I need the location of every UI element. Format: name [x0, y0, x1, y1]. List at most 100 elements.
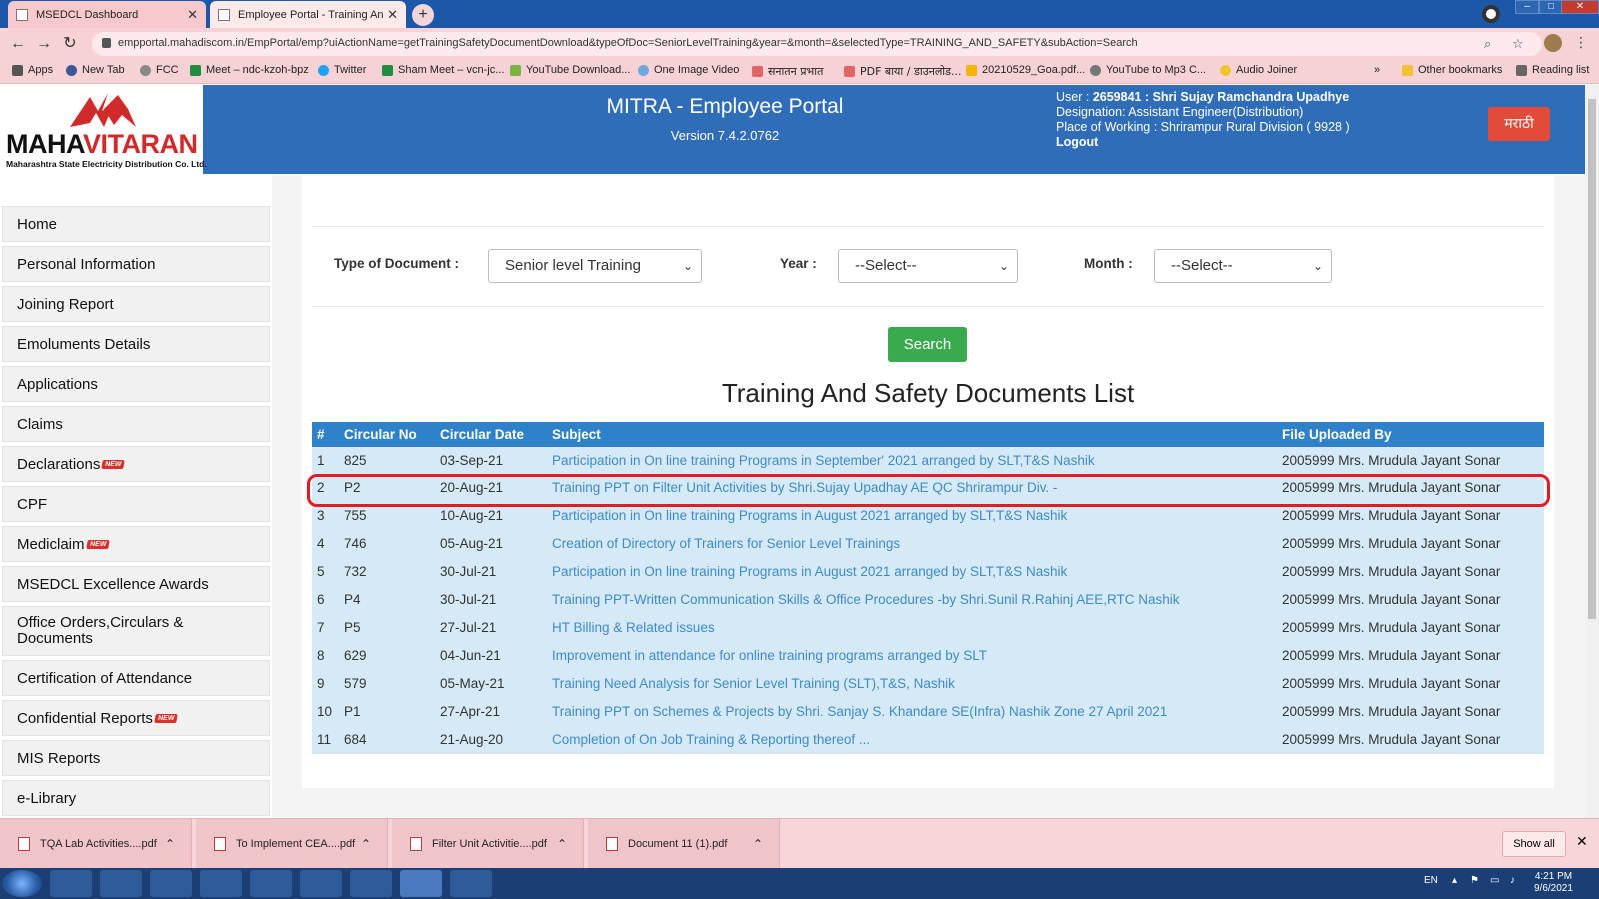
subject-link[interactable]: HT Billing & Related issues: [552, 614, 715, 642]
bookmark-youtube-download[interactable]: YouTube Download...: [510, 64, 630, 76]
download-item[interactable]: Filter Unit Activitie....pdf ⌃: [392, 819, 584, 869]
bookmarks-overflow-icon[interactable]: »: [1374, 64, 1380, 76]
bookmark-new-tab[interactable]: New Tab: [66, 64, 125, 76]
sidebar-item-claims[interactable]: Claims: [2, 406, 270, 442]
bookmark-youtube-mp3[interactable]: YouTube to Mp3 C...: [1090, 64, 1206, 76]
chevron-up-icon[interactable]: ⌃: [361, 837, 371, 851]
zoom-icon[interactable]: ⌕: [1484, 36, 1491, 52]
bookmark-sham-meet[interactable]: Sham Meet – vcn-jc...: [382, 64, 504, 76]
close-tab-icon[interactable]: ✕: [387, 7, 398, 23]
subject-link[interactable]: Participation in On line training Progra…: [552, 558, 1067, 586]
language-indicator[interactable]: EN: [1424, 875, 1438, 886]
sidebar-item-emoluments-details[interactable]: Emoluments Details: [2, 326, 270, 362]
back-icon[interactable]: ←: [8, 34, 28, 54]
download-item[interactable]: Document 11 (1).pdf ⌃: [588, 819, 780, 869]
address-bar[interactable]: empportal.mahadiscom.in/EmpPortal/emp?ui…: [92, 32, 1542, 56]
sidebar-item-excellence-awards[interactable]: MSEDCL Excellence Awards: [2, 566, 270, 602]
close-tab-icon[interactable]: ✕: [187, 7, 198, 23]
minimize-icon[interactable]: –: [1515, 0, 1539, 14]
internet-explorer-icon[interactable]: [50, 870, 92, 897]
media-player-icon[interactable]: [150, 870, 192, 897]
sidebar-item-declarations[interactable]: Declarations NEW: [2, 446, 270, 482]
bookmark-pdf[interactable]: PDF बाया / डाउनलोड...: [844, 64, 962, 79]
portal-title: MITRA - Employee Portal: [606, 95, 844, 118]
chevron-up-icon[interactable]: ⌃: [557, 837, 567, 851]
row-index: 9: [317, 676, 325, 691]
sidebar-item-home[interactable]: Home: [2, 206, 270, 242]
marathi-language-button[interactable]: मराठी: [1488, 107, 1550, 141]
flag-icon[interactable]: ⚑: [1470, 875, 1479, 886]
logout-link[interactable]: Logout: [1056, 135, 1350, 150]
maximize-icon[interactable]: □: [1539, 0, 1563, 14]
circular-number: 579: [344, 676, 367, 691]
bookmark-apps[interactable]: Apps: [12, 64, 53, 76]
browser-menu-icon[interactable]: ⋮: [1574, 34, 1588, 51]
tray-arrow-icon[interactable]: ▴: [1452, 875, 1457, 886]
bookmark-sanatan[interactable]: सनातन प्रभात: [752, 64, 823, 79]
type-of-document-label: Type of Document :: [334, 256, 460, 271]
lock-icon[interactable]: [102, 38, 111, 48]
forward-icon[interactable]: →: [34, 34, 54, 54]
sidebar-item-office-orders[interactable]: Office Orders,Circulars & Documents: [2, 606, 270, 656]
chrome-icon[interactable]: [350, 870, 392, 897]
app-icon[interactable]: [250, 870, 292, 897]
file-explorer-icon[interactable]: [100, 870, 142, 897]
app-icon[interactable]: [300, 870, 342, 897]
chrome-active-icon[interactable]: [400, 870, 442, 897]
sidebar-item-e-library[interactable]: e-Library: [2, 780, 270, 816]
subject-link[interactable]: Participation in On line training Progra…: [552, 447, 1095, 475]
sidebar-item-mediclaim[interactable]: Mediclaim NEW: [2, 526, 270, 562]
year-select[interactable]: --Select-- ⌄: [838, 249, 1018, 283]
search-button[interactable]: Search: [888, 327, 967, 362]
chevron-up-icon[interactable]: ⌃: [753, 837, 763, 851]
download-item[interactable]: TQA Lab Activities....pdf ⌃: [0, 819, 192, 869]
subject-link[interactable]: Improvement in attendance for online tra…: [552, 642, 987, 670]
reload-icon[interactable]: ↻: [60, 34, 80, 54]
system-clock[interactable]: 4:21 PM 9/6/2021: [1534, 871, 1573, 895]
show-all-downloads-button[interactable]: Show all: [1502, 831, 1566, 857]
type-of-document-select[interactable]: Senior level Training ⌄: [488, 249, 702, 283]
record-icon[interactable]: [1482, 5, 1500, 23]
new-tab-icon[interactable]: +: [412, 4, 434, 26]
sidebar-item-applications[interactable]: Applications: [2, 366, 270, 402]
meet-icon: [190, 64, 201, 76]
subject-link[interactable]: Training Need Analysis for Senior Level …: [552, 670, 955, 698]
excel-icon[interactable]: [450, 870, 492, 897]
sidebar-item-certification-of-attendance[interactable]: Certification of Attendance: [2, 660, 270, 696]
tab-msedcl-dashboard[interactable]: MSEDCL Dashboard ✕: [8, 1, 206, 28]
reading-list[interactable]: Reading list: [1516, 64, 1589, 76]
subject-link[interactable]: Training PPT-Written Communication Skill…: [552, 586, 1179, 614]
bookmark-meet[interactable]: Meet – ndc-kzoh-bpz: [190, 64, 309, 76]
bookmark-audio-joiner[interactable]: Audio Joiner: [1220, 64, 1297, 76]
start-button-icon[interactable]: [2, 870, 42, 897]
firefox-icon[interactable]: [200, 870, 242, 897]
tab-employee-portal[interactable]: Employee Portal - Training And S ✕: [210, 1, 406, 28]
subject-link[interactable]: Creation of Directory of Trainers for Se…: [552, 530, 900, 558]
sidebar-item-confidential-reports[interactable]: Confidential Reports NEW: [2, 700, 270, 736]
sidebar-item-mis-reports[interactable]: MIS Reports: [2, 740, 270, 776]
download-item[interactable]: To Implement CEA....pdf ⌃: [196, 819, 388, 869]
bookmark-one-image-video[interactable]: One Image Video: [638, 64, 739, 76]
mahavitaran-logo[interactable]: MAHAVITARAN Maharashtra State Electricit…: [0, 85, 207, 174]
close-window-icon[interactable]: ✕: [1561, 0, 1599, 14]
page-scrollbar[interactable]: [1585, 85, 1599, 818]
network-icon[interactable]: ▭: [1490, 875, 1499, 886]
volume-icon[interactable]: ♪: [1510, 875, 1515, 886]
bookmark-star-icon[interactable]: ☆: [1512, 36, 1524, 52]
profile-avatar-icon[interactable]: [1544, 34, 1562, 52]
bookmark-goa-pdf[interactable]: 20210529_Goa.pdf...: [966, 64, 1085, 76]
sidebar-item-personal-information[interactable]: Personal Information: [2, 246, 270, 282]
designation: Designation: Assistant Engineer(Distribu…: [1056, 105, 1304, 119]
subject-link[interactable]: Completion of On Job Training & Reportin…: [552, 726, 870, 754]
scrollbar-thumb[interactable]: [1588, 99, 1596, 619]
month-select[interactable]: --Select-- ⌄: [1154, 249, 1332, 283]
subject-link[interactable]: Training PPT on Schemes & Projects by Sh…: [552, 698, 1167, 726]
bookmark-twitter[interactable]: Twitter: [318, 64, 366, 76]
chevron-up-icon[interactable]: ⌃: [165, 837, 175, 851]
bookmark-fcc[interactable]: FCC: [140, 64, 179, 76]
other-bookmarks[interactable]: Other bookmarks: [1402, 64, 1502, 76]
sidebar-item-joining-report[interactable]: Joining Report: [2, 286, 270, 322]
close-downloads-icon[interactable]: ✕: [1576, 833, 1588, 850]
sidebar-item-cpf[interactable]: CPF: [2, 486, 270, 522]
site-icon: [752, 66, 763, 77]
